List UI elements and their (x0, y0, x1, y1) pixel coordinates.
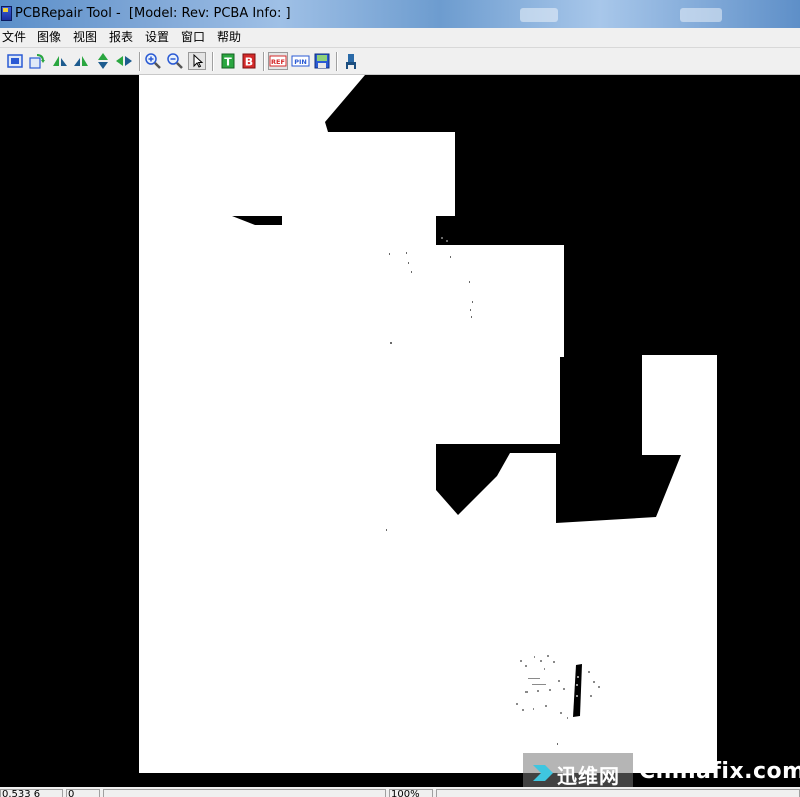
title-bar-glare (520, 8, 558, 22)
toolbar-separator (139, 52, 141, 71)
title-bar: PCBRepair Tool - [Model: Rev: PCBA Info:… (0, 0, 800, 28)
toolbar: T B REF PIN (0, 48, 800, 75)
menu-view[interactable]: 视图 (73, 30, 97, 45)
title-bar-glare (680, 8, 722, 22)
toolbar-separator (212, 52, 214, 71)
bottom-side-icon[interactable]: B (240, 52, 258, 70)
top-side-icon[interactable]: T (219, 52, 237, 70)
status-bar: 0.533 6 0 100% (0, 787, 800, 797)
fit-window-icon[interactable] (6, 52, 24, 70)
zoom-out-icon[interactable] (166, 52, 184, 70)
watermark-cn: 迅维网 (557, 764, 620, 788)
flip-vertical-icon[interactable] (94, 52, 112, 70)
status-zoom: 100% (389, 789, 433, 797)
svg-text:T: T (224, 56, 232, 69)
flip-left-icon[interactable] (51, 52, 69, 70)
menu-help[interactable]: 帮助 (217, 30, 241, 45)
ref-icon[interactable]: REF (268, 52, 288, 70)
menu-bar: 文件 图像 视图 报表 设置 窗口 帮助 (0, 28, 800, 48)
pin-icon[interactable]: PIN (291, 52, 311, 70)
menu-window[interactable]: 窗口 (181, 30, 205, 45)
pointer-icon[interactable] (188, 52, 206, 70)
watermark-en: Chinafix.com (639, 759, 800, 784)
svg-text:REF: REF (271, 58, 285, 66)
rotate-icon[interactable] (28, 52, 46, 70)
save-image-icon[interactable] (313, 52, 331, 70)
toolbar-separator (336, 52, 338, 71)
probe-icon[interactable] (342, 52, 360, 70)
status-coords: 0.533 6 (0, 789, 63, 797)
menu-report[interactable]: 报表 (109, 30, 133, 45)
flip-horizontal-icon[interactable] (115, 52, 133, 70)
pcb-board-image (0, 75, 800, 787)
pcb-canvas[interactable] (0, 75, 800, 787)
toolbar-separator (263, 52, 265, 71)
svg-text:PIN: PIN (294, 58, 307, 66)
chinafix-logo-icon (533, 765, 553, 781)
zoom-in-icon[interactable] (144, 52, 162, 70)
pcbrepair-window: PCBRepair Tool - [Model: Rev: PCBA Info:… (0, 0, 800, 797)
menu-image[interactable]: 图像 (37, 30, 61, 45)
window-title: PCBRepair Tool - [Model: Rev: PCBA Info:… (15, 6, 291, 21)
status-layer: 0 (66, 789, 100, 797)
status-message (103, 789, 386, 797)
flip-right-icon[interactable] (72, 52, 90, 70)
svg-text:B: B (245, 56, 253, 69)
app-icon[interactable] (1, 6, 12, 21)
menu-settings[interactable]: 设置 (145, 30, 169, 45)
status-extra (436, 789, 800, 797)
menu-file[interactable]: 文件 (2, 30, 26, 45)
